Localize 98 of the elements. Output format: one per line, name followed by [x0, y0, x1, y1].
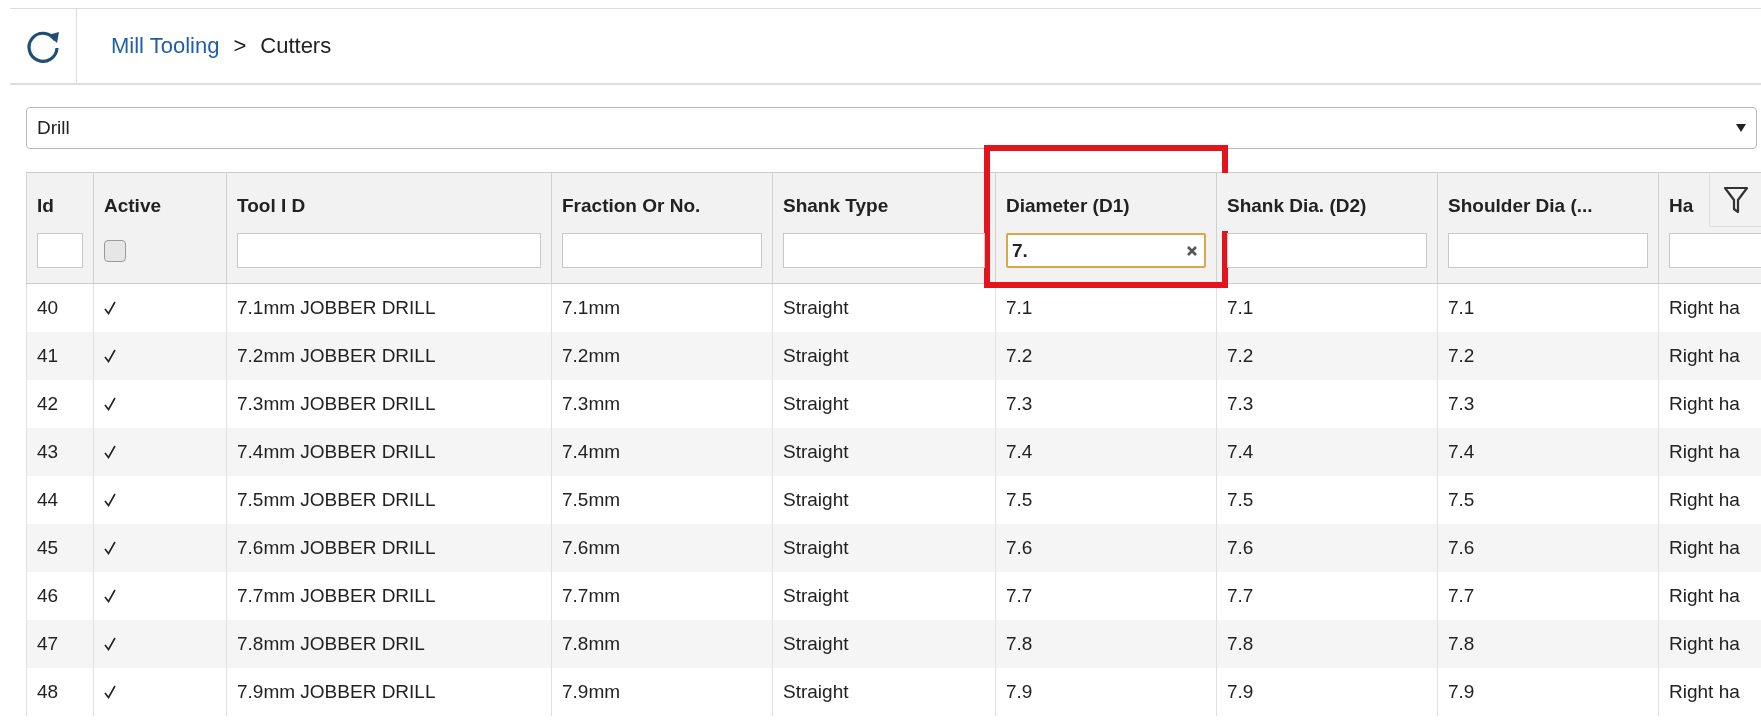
table-cell: Straight	[783, 681, 849, 702]
column-header: Id	[37, 195, 54, 216]
table-cell: 7.5mm JOBBER DRILL	[237, 489, 436, 510]
table-cell: 7.4	[1227, 441, 1254, 462]
table-cell: Straight	[783, 345, 849, 366]
table-cell: 7.1	[1448, 297, 1475, 318]
table-cell: Right ha	[1669, 633, 1740, 654]
column-header: Shank Dia. (D2)	[1227, 195, 1367, 216]
table-cell: 7.6	[1227, 537, 1254, 558]
filter-icon	[1722, 184, 1749, 215]
table-cell: 40	[37, 297, 59, 318]
table-cell: 7.1	[1227, 297, 1254, 318]
category-dropdown[interactable]: Drill	[26, 107, 1757, 149]
caret-icon	[1736, 124, 1746, 132]
table-cell: 7.9mm JOBBER DRILL	[237, 681, 436, 702]
table-cell: 7.3mm JOBBER DRILL	[237, 393, 436, 414]
table-cell: 7.2	[1006, 345, 1033, 366]
table-cell: 7.4	[1006, 441, 1033, 462]
clear-icon[interactable]	[1186, 245, 1198, 257]
table-cell: Right ha	[1669, 345, 1740, 366]
table-cell: Straight	[783, 441, 849, 462]
table-cell: Straight	[783, 633, 849, 654]
table-cell: 7.6	[1448, 537, 1475, 558]
table-cell: Straight	[783, 393, 849, 414]
column-header: Diameter (D1)	[1006, 195, 1130, 216]
table-cell: 7.6mm JOBBER DRILL	[237, 537, 436, 558]
table-cell: 7.8	[1227, 633, 1254, 654]
table-cell: Right ha	[1669, 393, 1740, 414]
table-cell: 7.4mm JOBBER DRILL	[237, 441, 436, 462]
table-cell: Straight	[783, 537, 849, 558]
filter-checkbox[interactable]	[104, 240, 126, 262]
table-cell: 7.6mm	[562, 537, 621, 558]
table-cell: 7.3	[1227, 393, 1254, 414]
table-cell: 47	[37, 633, 59, 654]
table-cell: 7.8	[1448, 633, 1475, 654]
table-cell: 7.8	[1006, 633, 1033, 654]
table-cell: 45	[37, 537, 59, 558]
table-cell: Right ha	[1669, 297, 1740, 318]
table-cell: 7.7	[1448, 585, 1475, 606]
table-cell: 7.7	[1227, 585, 1254, 606]
table-cell: 7.4mm	[562, 441, 621, 462]
table-cell: 7.3mm	[562, 393, 621, 414]
table-cell: 7.7	[1006, 585, 1033, 606]
table-cell: Right ha	[1669, 681, 1740, 702]
table-cell: 46	[37, 585, 59, 606]
table-cell: 48	[37, 681, 59, 702]
table-cell: 7.6	[1006, 537, 1033, 558]
table-cell: 7.5	[1448, 489, 1475, 510]
filter-field[interactable]	[783, 233, 985, 268]
filter-field[interactable]	[37, 233, 83, 268]
column-header: Shank Type	[783, 195, 889, 216]
table-cell: 7.2	[1227, 345, 1254, 366]
table-cell: 7.5	[1227, 489, 1254, 510]
table-cell: Right ha	[1669, 441, 1740, 462]
breadcrumb-separator: >	[233, 33, 247, 59]
filter-field[interactable]	[1448, 233, 1648, 268]
table-cell: Right ha	[1669, 537, 1740, 558]
table-cell: 7.7mm JOBBER DRILL	[237, 585, 436, 606]
table-cell: Right ha	[1669, 585, 1740, 606]
table-cell: 7.9	[1227, 681, 1254, 702]
breadcrumb-current: Cutters	[260, 33, 332, 59]
table-cell: 43	[37, 441, 59, 462]
table-cell: 7.8mm JOBBER DRIL	[237, 633, 425, 654]
table-cell: 7.2mm	[562, 345, 621, 366]
column-header: Shoulder Dia (...	[1448, 195, 1593, 216]
table-cell: Straight	[783, 585, 849, 606]
table-cell: 7.2	[1448, 345, 1475, 366]
table-cell: 7.7mm	[562, 585, 621, 606]
filter-field[interactable]: 7.	[1006, 233, 1206, 268]
column-header: Ha	[1669, 195, 1694, 216]
table-cell: 7.5mm	[562, 489, 621, 510]
column-header: Tool I D	[237, 195, 306, 216]
table-cell: 7.3	[1006, 393, 1033, 414]
table-cell: 7.1mm	[562, 297, 621, 318]
table-cell: 41	[37, 345, 59, 366]
filter-field[interactable]	[1227, 233, 1427, 268]
table-cell: 7.4	[1448, 441, 1475, 462]
table-cell: 7.1mm JOBBER DRILL	[237, 297, 436, 318]
table-cell: 7.9	[1006, 681, 1033, 702]
filter-field[interactable]	[562, 233, 762, 268]
table-cell: Right ha	[1669, 489, 1740, 510]
filter-field[interactable]	[1669, 233, 1761, 268]
filter-field[interactable]	[237, 233, 541, 268]
table-cell: 7.1	[1006, 297, 1033, 318]
table-cell: Straight	[783, 489, 849, 510]
table-cell: Straight	[783, 297, 849, 318]
table-cell: 7.9mm	[562, 681, 621, 702]
table-cell: 44	[37, 489, 59, 510]
table-cell: 7.9	[1448, 681, 1475, 702]
column-header: Fraction Or No.	[562, 195, 701, 216]
table-cell: 7.2mm JOBBER DRILL	[237, 345, 436, 366]
column-header: Active	[104, 195, 162, 216]
table-cell: 7.8mm	[562, 633, 621, 654]
filter-button[interactable]	[1709, 173, 1761, 227]
table-cell: 42	[37, 393, 59, 414]
breadcrumb-link[interactable]: Mill Tooling	[111, 33, 220, 59]
table-cell: 7.3	[1448, 393, 1475, 414]
table-cell: 7.5	[1006, 489, 1033, 510]
